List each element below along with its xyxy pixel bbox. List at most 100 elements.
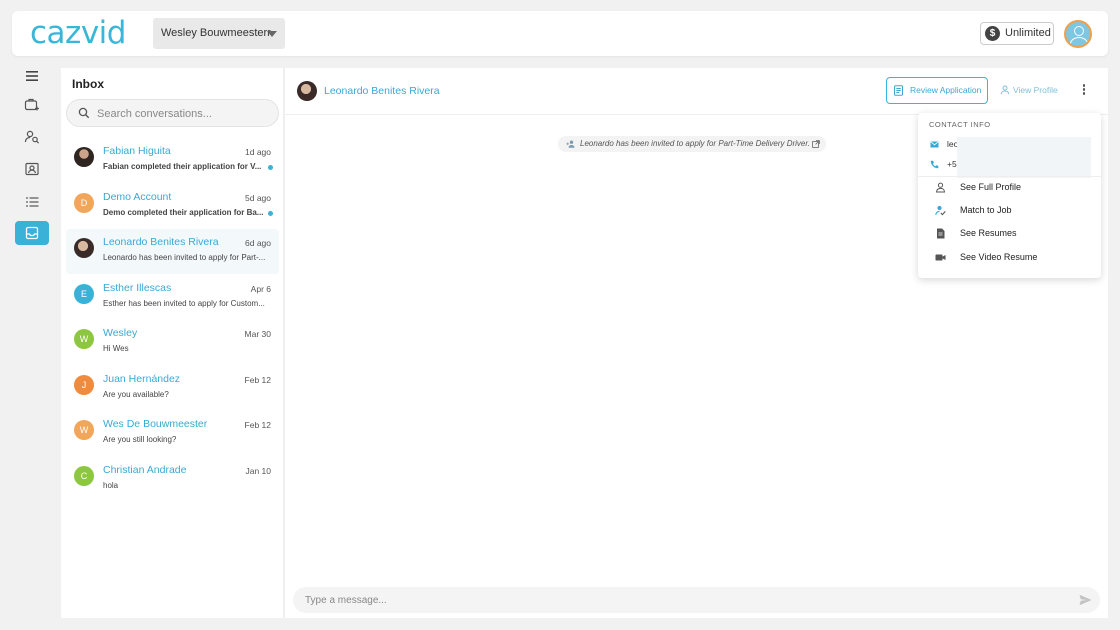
inbox-title: Inbox <box>72 77 104 91</box>
cazvid-logo[interactable]: cazvid <box>30 15 126 51</box>
conversation-name: Leonardo Benites Rivera <box>103 236 219 248</box>
conversation-date: Apr 6 <box>250 284 271 294</box>
avatar: C <box>74 466 94 486</box>
contact-email[interactable]: leo <box>930 138 958 150</box>
conversation-preview: Leonardo has been invited to apply for P… <box>103 253 266 262</box>
company-selector-label: Wesley Bouwmeesterr <box>161 27 271 39</box>
see-resumes-item[interactable]: See Resumes <box>935 226 1017 240</box>
external-link-icon[interactable] <box>812 140 820 148</box>
menu-item-label: Match to Job <box>960 205 1012 215</box>
conversation-preview: Hi Wes <box>103 344 129 353</box>
unread-dot <box>268 165 273 170</box>
conversation-preview: hola <box>103 481 119 490</box>
conversation-date: Feb 12 <box>244 420 271 430</box>
dollar-icon: $ <box>985 26 1000 41</box>
contact-avatar <box>297 81 317 101</box>
conversation-preview: Demo completed their application for Ba.… <box>103 208 264 217</box>
conversation-item[interactable]: E Esther Illescas Apr 6 Esther has been … <box>66 275 279 320</box>
menu-item-label: See Video Resume <box>960 252 1038 262</box>
menu-icon[interactable] <box>15 64 49 88</box>
conversation-item[interactable]: Leonardo Benites Rivera 6d ago Leonardo … <box>66 229 279 274</box>
conversation-item[interactable]: C Christian Andrade Jan 10 hola <box>66 457 279 502</box>
list-icon[interactable] <box>15 190 49 214</box>
avatar: E <box>74 284 94 304</box>
conversation-name: Esther Illescas <box>103 282 172 294</box>
conversation-preview: Esther has been invited to apply for Cus… <box>103 299 265 308</box>
invite-person-icon <box>566 140 575 148</box>
review-application-button[interactable]: Review Application <box>886 77 988 104</box>
video-icon <box>935 254 946 261</box>
redacted-contact-details <box>957 137 1091 178</box>
avatar: J <box>74 375 94 395</box>
conversation-name: Wesley <box>103 327 138 339</box>
unread-dot <box>268 211 273 216</box>
conversation-item[interactable]: W Wes De Bouwmeester Feb 12 Are you stil… <box>66 411 279 456</box>
contact-phone[interactable]: +5 <box>930 158 957 170</box>
see-full-profile-item[interactable]: See Full Profile <box>935 180 1021 194</box>
contacts-icon[interactable] <box>15 157 49 181</box>
person-icon <box>935 182 946 193</box>
conversation-date: Feb 12 <box>244 375 271 385</box>
conversation-name: Juan Hernández <box>103 373 181 385</box>
match-icon <box>935 205 946 216</box>
conversation-item[interactable]: W Wesley Mar 30 Hi Wes <box>66 320 279 365</box>
contact-dropdown-menu: CONTACT INFO leo +5 See Full Profile Mat… <box>918 113 1101 278</box>
menu-item-label: See Full Profile <box>960 182 1022 192</box>
document-icon <box>937 228 945 239</box>
search-box[interactable] <box>66 99 279 127</box>
plan-badge[interactable]: $ Unlimited <box>980 22 1054 45</box>
conversation-item[interactable]: D Demo Account 5d ago Demo completed the… <box>66 184 279 229</box>
left-rail <box>0 62 60 630</box>
plan-label: Unlimited <box>1005 27 1051 39</box>
conversation-date: 6d ago <box>245 238 271 248</box>
user-avatar[interactable] <box>1064 20 1092 48</box>
conversation-item[interactable]: J Juan Hernández Feb 12 Are you availabl… <box>66 366 279 411</box>
phone-icon <box>930 160 939 169</box>
system-message-text: Leonardo has been invited to apply for P… <box>580 139 810 148</box>
search-candidates-icon[interactable] <box>15 125 49 149</box>
conversation-date: Jan 10 <box>245 466 271 476</box>
contact-name[interactable]: Leonardo Benites Rivera <box>324 85 440 97</box>
message-input[interactable] <box>305 592 1045 608</box>
add-job-icon[interactable] <box>15 92 49 116</box>
menu-item-label: See Resumes <box>960 228 1017 238</box>
conversation-name: Demo Account <box>103 191 172 203</box>
search-icon <box>78 107 90 119</box>
conversation-preview: Fabian completed their application for V… <box>103 162 262 171</box>
mail-icon <box>930 141 939 148</box>
avatar: W <box>74 420 94 440</box>
view-profile-button[interactable]: View Profile <box>1000 85 1058 95</box>
contact-phone-text: +5 <box>947 159 957 169</box>
more-options-icon[interactable] <box>1081 84 1087 98</box>
contact-info-header: CONTACT INFO <box>929 120 991 129</box>
inbox-icon[interactable] <box>15 221 49 245</box>
system-message: Leonardo has been invited to apply for P… <box>558 136 826 152</box>
caret-down-icon <box>267 31 277 37</box>
conversation-preview: Are you still looking? <box>103 435 177 444</box>
person-icon <box>1000 85 1010 95</box>
conversation-preview: Are you available? <box>103 390 169 399</box>
conversation-item[interactable]: Fabian Higuita 1d ago Fabian completed t… <box>66 138 279 183</box>
top-bar: cazvid Wesley Bouwmeesterr $ Unlimited <box>12 11 1108 56</box>
send-icon[interactable] <box>1079 594 1092 606</box>
avatar <box>74 147 94 167</box>
company-selector[interactable]: Wesley Bouwmeesterr <box>153 18 285 49</box>
conversation-name: Wes De Bouwmeester <box>103 418 208 430</box>
view-profile-label: View Profile <box>1013 85 1058 95</box>
conversation-name: Christian Andrade <box>103 464 187 476</box>
conversation-date: 5d ago <box>245 193 271 203</box>
match-to-job-item[interactable]: Match to Job <box>935 203 1012 217</box>
see-video-resume-item[interactable]: See Video Resume <box>935 250 1037 264</box>
inbox-panel: Inbox Fabian Higuita 1d ago Fabian compl… <box>61 68 284 618</box>
document-icon <box>894 85 903 96</box>
chat-header: Leonardo Benites Rivera Review Applicati… <box>285 68 1108 115</box>
menu-divider <box>918 176 1101 177</box>
avatar <box>74 238 94 258</box>
avatar: D <box>74 193 94 213</box>
message-composer[interactable] <box>293 587 1100 613</box>
review-application-label: Review Application <box>910 85 982 95</box>
conversation-date: Mar 30 <box>244 329 271 339</box>
conversation-date: 1d ago <box>245 147 271 157</box>
search-input[interactable] <box>97 105 267 122</box>
avatar: W <box>74 329 94 349</box>
